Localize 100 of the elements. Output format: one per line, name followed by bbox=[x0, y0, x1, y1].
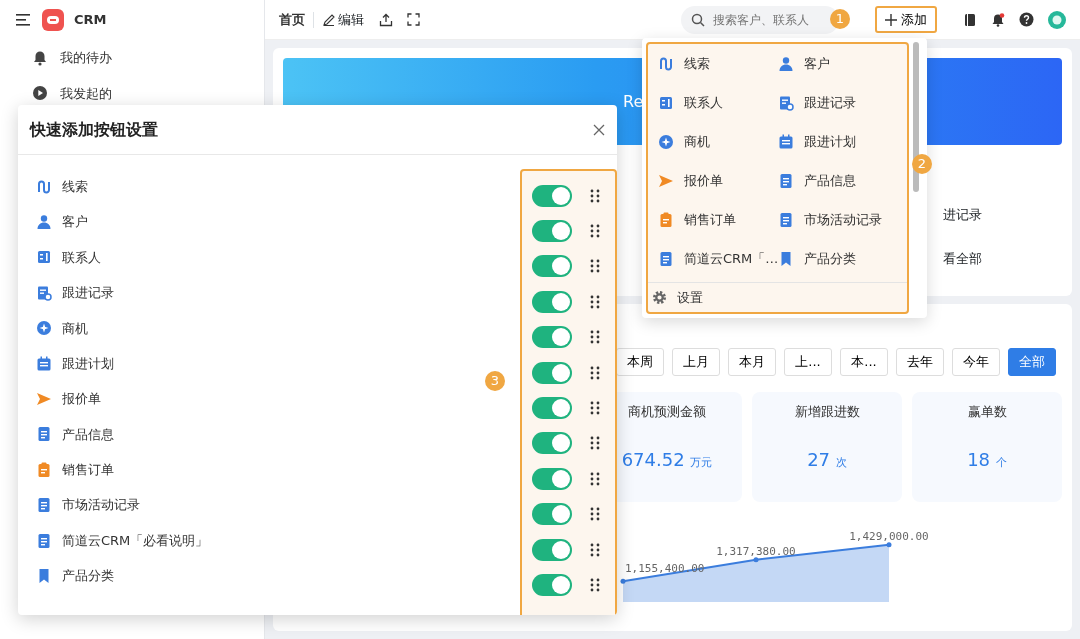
menu-item[interactable]: 产品分类 bbox=[778, 241, 897, 277]
date-filter-button[interactable]: 今年 bbox=[952, 348, 1000, 376]
item-label: 客户 bbox=[62, 213, 88, 232]
item-label: 产品信息 bbox=[62, 425, 114, 444]
date-filter-button[interactable]: 去年 bbox=[896, 348, 944, 376]
document-icon bbox=[778, 172, 795, 189]
scrollbar-thumb[interactable] bbox=[913, 42, 919, 192]
sidebar-item[interactable]: 我的待办 bbox=[0, 40, 264, 76]
toggle-switch[interactable] bbox=[532, 326, 572, 349]
person-icon bbox=[778, 55, 795, 72]
app-name: CRM bbox=[74, 11, 107, 30]
data-label: 1,429,000.00 bbox=[849, 529, 929, 543]
toggle-switch[interactable] bbox=[532, 361, 572, 384]
drag-handle-icon[interactable] bbox=[590, 578, 600, 592]
stat-value: 18 个 bbox=[967, 447, 1007, 472]
menu-item[interactable]: 商机 bbox=[658, 124, 779, 160]
record-icon bbox=[778, 94, 795, 111]
toggle-switch[interactable] bbox=[532, 432, 572, 455]
date-filter-button[interactable]: 上... bbox=[784, 348, 832, 376]
document-icon bbox=[36, 426, 52, 443]
menu-item[interactable]: 销售订单 bbox=[658, 202, 779, 238]
menu-item[interactable]: 市场活动记录 bbox=[778, 202, 897, 238]
compass-icon bbox=[658, 133, 674, 150]
settings-menu-item[interactable]: 设置 bbox=[648, 282, 907, 312]
drag-handle-icon[interactable] bbox=[590, 401, 600, 416]
toggle-switch[interactable] bbox=[532, 184, 572, 207]
close-button[interactable] bbox=[593, 123, 605, 136]
fullscreen-icon[interactable] bbox=[407, 13, 421, 26]
summary-link[interactable]: 进记录 bbox=[943, 205, 982, 225]
search-input[interactable]: 搜索客户、联系人 bbox=[711, 9, 829, 30]
notebook-icon[interactable] bbox=[963, 12, 977, 27]
menu-icon[interactable] bbox=[16, 13, 32, 27]
toggle-switch[interactable] bbox=[532, 255, 572, 278]
upload-icon[interactable] bbox=[379, 12, 394, 27]
drag-handle-icon[interactable] bbox=[590, 507, 600, 522]
drag-handle-icon[interactable] bbox=[590, 259, 600, 274]
toggle-switch[interactable] bbox=[532, 397, 572, 420]
date-filter-button[interactable]: 本... bbox=[840, 348, 888, 376]
menu-item[interactable]: 客户 bbox=[778, 46, 897, 82]
date-filter-button[interactable]: 上月 bbox=[672, 348, 720, 376]
send-icon bbox=[36, 391, 52, 408]
document-icon bbox=[36, 497, 52, 514]
record-icon bbox=[36, 284, 52, 301]
data-label: 1,317,380.00 bbox=[716, 544, 796, 558]
menu-item[interactable]: 线索 bbox=[658, 46, 779, 82]
item-label: 联系人 bbox=[62, 248, 101, 267]
drag-handle-icon[interactable] bbox=[590, 542, 600, 557]
toggle-switch[interactable] bbox=[532, 503, 572, 526]
calendar-icon bbox=[36, 355, 52, 372]
data-point bbox=[886, 542, 892, 548]
notification-bell-icon[interactable] bbox=[991, 12, 1005, 27]
item-label: 简道云CRM「必看说明」 bbox=[62, 531, 209, 550]
toggle-switch[interactable] bbox=[532, 220, 572, 243]
drag-handle-icon[interactable] bbox=[590, 224, 600, 239]
search-icon bbox=[691, 12, 705, 27]
menu-item[interactable]: 跟进记录 bbox=[778, 85, 897, 121]
drag-handle-icon[interactable] bbox=[590, 365, 600, 380]
item-label: 跟进记录 bbox=[62, 284, 114, 303]
drag-handle-icon[interactable] bbox=[590, 294, 600, 309]
drag-handle-icon[interactable] bbox=[590, 188, 600, 203]
send-icon bbox=[658, 172, 674, 189]
menu-item[interactable]: 简道云CRM「… bbox=[658, 241, 779, 277]
menu-item[interactable]: 产品信息 bbox=[778, 163, 897, 199]
logo-mark-icon bbox=[47, 16, 59, 24]
drag-handle-icon[interactable] bbox=[590, 471, 600, 486]
data-point bbox=[753, 557, 759, 563]
callout-marker: 1 bbox=[830, 9, 850, 29]
date-filter-button[interactable]: 全部 bbox=[1008, 348, 1056, 376]
dialog-title: 快速添加按钮设置 bbox=[30, 118, 158, 141]
item-label: 报价单 bbox=[62, 390, 101, 409]
drag-handle-icon[interactable] bbox=[590, 436, 600, 451]
edit-button[interactable]: 编辑 bbox=[322, 8, 366, 31]
menu-item[interactable]: 跟进计划 bbox=[778, 124, 897, 160]
item-label: 市场活动记录 bbox=[62, 496, 140, 515]
date-filter-button[interactable]: 本月 bbox=[728, 348, 776, 376]
data-point bbox=[620, 578, 626, 584]
pencil-icon bbox=[323, 13, 335, 26]
add-button[interactable]: 添加 bbox=[875, 5, 937, 34]
stat-value: 674.52 万元 bbox=[621, 447, 713, 472]
summary-link[interactable]: 看全部 bbox=[943, 248, 982, 268]
close-icon bbox=[593, 123, 605, 136]
sidebar-item[interactable]: 我发起的 bbox=[0, 75, 264, 111]
menu-item[interactable]: 联系人 bbox=[658, 85, 779, 121]
toggle-switch[interactable] bbox=[532, 290, 572, 313]
clipboard-icon bbox=[658, 211, 674, 228]
item-label: 跟进计划 bbox=[62, 354, 114, 373]
toggle-switch[interactable] bbox=[532, 467, 572, 490]
toggle-switch[interactable] bbox=[532, 538, 572, 561]
drag-handle-icon[interactable] bbox=[590, 330, 600, 345]
stat-title: 新增跟进数 bbox=[794, 403, 860, 421]
home-tab[interactable]: 首页 bbox=[279, 9, 305, 30]
item-label: 销售订单 bbox=[62, 461, 114, 480]
menu-item[interactable]: 报价单 bbox=[658, 163, 779, 199]
stat-title: 赢单数 bbox=[967, 403, 1007, 421]
stat-title: 商机预测金额 bbox=[628, 403, 706, 421]
clipboard-icon bbox=[36, 461, 52, 478]
person-icon bbox=[36, 214, 52, 231]
date-filter-button[interactable]: 本周 bbox=[616, 348, 664, 376]
toggle-switch[interactable] bbox=[532, 574, 572, 596]
help-icon[interactable] bbox=[1019, 12, 1034, 27]
